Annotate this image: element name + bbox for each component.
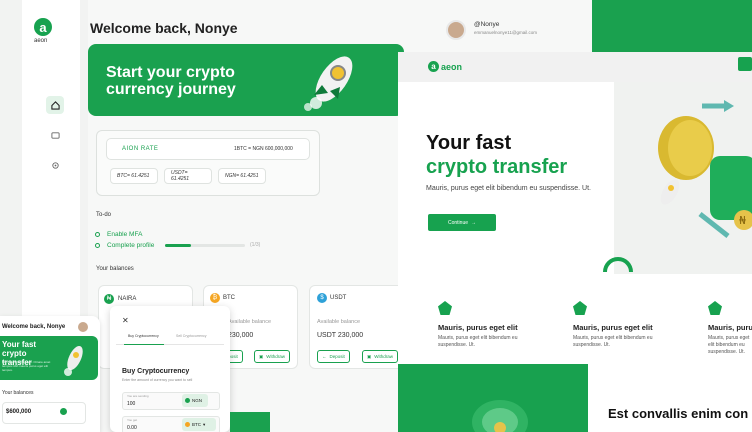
continue-label: Continue: [447, 219, 468, 226]
progress-label: (1/3): [250, 242, 261, 248]
ngn-coin-icon: [185, 398, 190, 403]
card-amount-btc: 230,000: [228, 332, 254, 339]
continue-button[interactable]: Continue →: [428, 214, 496, 231]
card-name-btc: BTC: [223, 295, 235, 301]
buy-crypto-modal: ✕ Buy Cryptocurrency Sell Cryptocurrency…: [110, 306, 230, 432]
deposit-arrow-icon: ←: [322, 354, 327, 359]
tab-sell[interactable]: Sell Cryptocurrency: [176, 334, 207, 338]
profile-progress-bar: [165, 244, 245, 247]
gear-icon: [51, 161, 59, 169]
landing-title-line2: crypto transfer: [426, 156, 568, 178]
chevron-down-icon: ▾: [203, 421, 206, 427]
mobile-hero-text: Elit Viverra Nulla Enim. Ornare amet tem…: [2, 360, 51, 372]
home-nav-button[interactable]: [46, 96, 64, 114]
hero-title: Start your crypto currency journey: [106, 64, 236, 98]
page-title: Welcome back, Nonye: [90, 20, 238, 36]
card-name-naira: NAIRA: [118, 296, 137, 302]
btc-coin-icon: [185, 422, 190, 427]
naira-coin-icon: ₦: [104, 294, 114, 304]
user-handle: @Nonye: [474, 21, 500, 28]
receive-label: You get: [127, 418, 138, 422]
receive-currency-select[interactable]: BTC ▾: [182, 418, 216, 431]
send-currency-label: NGN: [192, 398, 202, 403]
todo-radio-mfa[interactable]: [95, 232, 100, 237]
landing-title-line1: Your fast: [426, 132, 512, 154]
section-heading: Est convallis enim con: [608, 406, 749, 421]
card-name-usdt: USDT: [330, 295, 347, 301]
feature-title-1: Mauris, purus eget elit: [438, 323, 518, 332]
card-label-btc: Available balance: [228, 319, 272, 325]
buy-subtitle: Enter the amount of currency you want to…: [122, 378, 193, 382]
mobile-balances-heading: Your balances: [2, 390, 34, 396]
mobile-screen: Welcome back, Nonye Your fast crypto tra…: [0, 316, 100, 432]
avatar[interactable]: [446, 20, 466, 40]
withdraw-button-btc[interactable]: ▣ Withdraw: [254, 350, 291, 363]
send-label: You are sending: [127, 394, 149, 398]
mobile-rocket-icon: [64, 345, 83, 376]
mobile-balance-amount: $600,000: [6, 409, 32, 415]
mobile-welcome: Welcome back, Nonye: [2, 324, 66, 330]
feature-title-2: Mauris, purus eget elit: [573, 323, 653, 332]
arc-decoration-icon: [603, 257, 633, 273]
rate-pill-btc: BTC= 61.4251: [110, 168, 158, 184]
landing-subtitle: Mauris, purus eget elit bibendum eu susp…: [426, 185, 591, 192]
receive-value: 0.00: [127, 425, 137, 431]
buy-title: Buy Cryptocurrency: [122, 368, 190, 375]
todo-radio-profile[interactable]: [95, 243, 100, 248]
feature-text-2: Mauris, purus eget elit bibendum eu susp…: [573, 335, 653, 348]
receive-currency-label: BTC: [192, 422, 201, 427]
withdraw-button-usdt[interactable]: ▣ Withdraw: [362, 350, 399, 363]
rate-pill-usdt: USDT= 61.4251: [164, 168, 212, 184]
close-icon[interactable]: ✕: [122, 316, 129, 325]
card-amount-usdt: USDT 230,000: [317, 332, 364, 339]
logo-text: aeon: [34, 38, 48, 44]
card-label-usdt: Available balance: [317, 319, 361, 325]
tab-buy[interactable]: Buy Cryptocurrency: [128, 334, 159, 338]
landing-logo-text: aeon: [441, 62, 463, 72]
send-value: 100: [127, 401, 136, 407]
btc-coin-icon: ₿: [210, 293, 220, 303]
deposit-label: Deposit: [329, 354, 345, 359]
rocket-icon: [304, 56, 353, 111]
user-email: emmanuelnonye11@gmail.com: [474, 30, 538, 35]
active-tab-indicator: [124, 344, 164, 345]
profile-progress-fill: [165, 244, 192, 247]
feature-text-1: Mauris, purus eget elit bibendum eu susp…: [438, 335, 518, 348]
todo-item-profile[interactable]: Complete profile: [107, 242, 154, 249]
balances-heading: Your balances: [96, 266, 134, 272]
rate-value: 1BTC = NGN 600,000,000: [234, 146, 293, 152]
settings-nav-button[interactable]: [46, 156, 64, 174]
home-icon: [50, 100, 60, 110]
todo-item-mfa[interactable]: Enable MFA: [107, 231, 142, 238]
send-currency-select[interactable]: NGN: [182, 394, 208, 407]
wallet-nav-button[interactable]: [46, 126, 64, 144]
withdraw-label: Withdraw: [266, 354, 286, 359]
menu-button[interactable]: [738, 57, 752, 71]
arrow-right-icon: →: [471, 219, 476, 226]
withdraw-label: Withdraw: [374, 354, 394, 359]
rate-pill-ngn: NGN= 61.4251: [218, 168, 266, 184]
svg-text:₦: ₦: [739, 214, 746, 227]
mobile-avatar[interactable]: [78, 322, 88, 332]
rate-label: AION RATE: [122, 146, 159, 152]
usdt-coin-icon: $: [317, 293, 327, 303]
mobile-currency-icon[interactable]: [60, 408, 67, 415]
deposit-button-usdt[interactable]: ← Deposit: [317, 350, 350, 363]
feature-title-3: Mauris, purus eget elit: [708, 323, 752, 332]
withdraw-icon: ▣: [259, 353, 264, 359]
wallet-icon: [50, 131, 60, 139]
feature-text-3: Mauris, purus eget elit bibendum eu susp…: [708, 335, 750, 355]
coin-stack-icon: [472, 400, 528, 432]
coins-illustration-icon: ₦: [658, 100, 752, 238]
green-strip: [230, 412, 270, 432]
todo-heading: To-do: [96, 212, 112, 218]
aeon-logo-icon: a: [34, 18, 52, 36]
landing-logo-icon: a: [428, 61, 439, 72]
withdraw-icon: ▣: [367, 353, 372, 359]
